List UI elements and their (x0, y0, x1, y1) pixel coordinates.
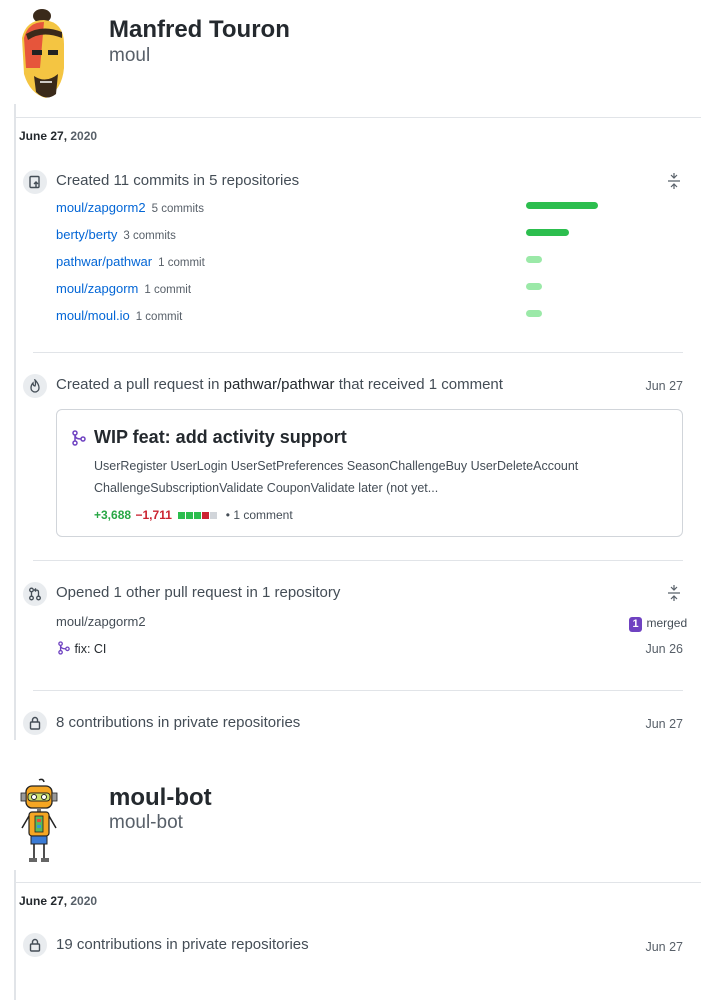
date-heading-day: June 27, (19, 129, 68, 143)
opened-pr-item[interactable]: fix: CI (58, 640, 106, 658)
merged-status: 1 merged (629, 614, 687, 632)
avatar-moul[interactable] (12, 8, 74, 104)
pr-event-title[interactable]: Created a pull request in pathwar/pathwa… (56, 376, 503, 393)
diffstat-add (186, 512, 194, 519)
opened-pr-event-title[interactable]: Opened 1 other pull request in 1 reposit… (56, 584, 340, 601)
commit-repo-link[interactable]: moul/moul.io (56, 308, 130, 323)
git-merge-icon (72, 430, 86, 446)
commit-count-link[interactable]: 1 commit (144, 284, 191, 296)
user-display-name[interactable]: moul-bot (109, 784, 212, 812)
date-heading: June 27, 2020 (19, 894, 97, 908)
date-heading-day: June 27, (19, 894, 68, 908)
commit-repo-link[interactable]: moul/zapgorm2 (56, 200, 146, 215)
user-login[interactable]: moul-bot (109, 812, 183, 834)
commits-event-title[interactable]: Created 11 commits in 5 repositories (56, 172, 299, 189)
git-merge-icon (58, 641, 70, 655)
commit-repo-row: berty/berty 3 commits (56, 226, 176, 244)
commit-count-link[interactable]: 3 commits (123, 230, 175, 242)
diffstat-del (202, 512, 210, 519)
flame-icon (30, 379, 40, 393)
pr-card: WIP feat: add activity support UserRegis… (56, 409, 683, 537)
merged-label: merged (646, 616, 688, 630)
pr-title-link[interactable]: WIP feat: add activity support (94, 427, 347, 448)
fold-icon (668, 173, 680, 189)
pr-body: UserRegister UserLogin UserSetPreference… (94, 455, 578, 499)
date-heading-year: 2020 (70, 894, 98, 908)
divider (33, 352, 683, 353)
private-event-title: 8 contributions in private repositories (56, 714, 301, 731)
opened-pr-repo-link[interactable]: moul/zapgorm2 (56, 614, 146, 629)
date-heading: June 27, 2020 (19, 129, 97, 143)
opened-pr-title-link[interactable]: fix: CI (74, 642, 106, 656)
avatar-cartoon-icon (22, 9, 64, 98)
pr-event-date: Jun 27 (645, 379, 683, 393)
pr-deletions: −1,711 (135, 508, 172, 522)
opened-pr-event-icon (21, 580, 49, 608)
pr-body-line: UserRegister UserLogin UserSetPreference… (94, 459, 579, 473)
robot-avatar-icon (20, 778, 58, 862)
diffstat-add (194, 512, 202, 519)
commit-progress-bar (526, 310, 542, 317)
pr-event-icon (21, 372, 49, 400)
lock-icon (29, 938, 41, 952)
merged-count-badge: 1 (629, 617, 642, 632)
user-login[interactable]: moul (109, 45, 150, 67)
commit-progress-bar (526, 283, 542, 290)
commit-repo-row: moul/moul.io 1 commit (56, 307, 182, 325)
pr-event-repo-link[interactable]: pathwar/pathwar (224, 376, 335, 393)
pr-event-prefix: Created a pull request in (56, 376, 220, 393)
private-event-icon (21, 709, 49, 737)
commit-repo-row: moul/zapgorm 1 commit (56, 280, 191, 298)
divider (33, 690, 683, 691)
pr-body-line: ChallengeSubscriptionValidate CouponVali… (94, 481, 439, 495)
repo-push-icon (29, 175, 40, 189)
collapse-icon[interactable] (667, 585, 681, 604)
commit-repo-link[interactable]: moul/zapgorm (56, 281, 138, 296)
pr-comments: • 1 comment (225, 508, 293, 522)
fold-icon (668, 585, 680, 601)
timeline-line (14, 104, 16, 740)
diffstat-bar (178, 506, 222, 523)
pr-additions: +3,688 (94, 508, 132, 522)
commit-progress-bar (526, 229, 569, 236)
date-heading-year: 2020 (70, 129, 98, 143)
avatar-moul-bot[interactable] (17, 778, 61, 866)
commit-progress-bar (526, 256, 542, 263)
user-display-name[interactable]: Manfred Touron (109, 16, 290, 44)
commit-count-link[interactable]: 1 commit (158, 257, 205, 269)
git-pull-request-icon (29, 587, 41, 601)
divider (14, 882, 701, 883)
commit-repo-row: pathwar/pathwar 1 commit (56, 253, 205, 271)
private-event-title: 19 contributions in private repositories (56, 936, 309, 953)
commit-count-link[interactable]: 5 commits (152, 203, 204, 215)
private-event-date: Jun 27 (645, 717, 683, 731)
commit-repo-link[interactable]: pathwar/pathwar (56, 254, 152, 269)
divider (33, 560, 683, 561)
divider (14, 117, 701, 118)
pr-open-icon (72, 430, 86, 451)
diffstat-add (178, 512, 186, 519)
opened-pr-date: Jun 26 (645, 642, 683, 656)
commit-repo-row: moul/zapgorm2 5 commits (56, 199, 204, 217)
collapse-icon[interactable] (667, 173, 681, 192)
private-event-date: Jun 27 (645, 940, 683, 954)
timeline-line (14, 870, 16, 1000)
commit-progress-bar (526, 202, 598, 209)
lock-icon (29, 716, 41, 730)
diffstat-neutral (210, 512, 218, 519)
pr-stats: +3,688 −1,711 • 1 comment (94, 506, 293, 524)
private-event-icon (21, 931, 49, 959)
commit-event-icon (21, 168, 49, 196)
commit-count-link[interactable]: 1 commit (136, 311, 183, 323)
pr-event-suffix: that received 1 comment (338, 376, 503, 393)
commit-repo-link[interactable]: berty/berty (56, 227, 117, 242)
